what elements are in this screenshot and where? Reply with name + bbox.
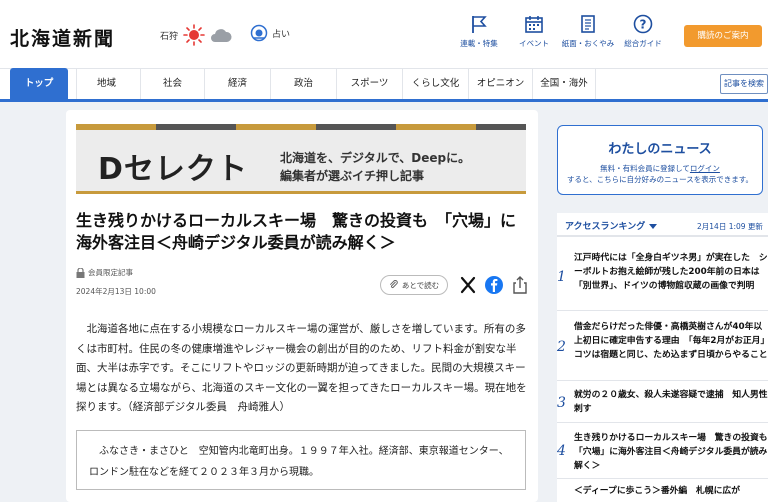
ranking-item[interactable]: 3 就労の２０歳女、殺人未遂容疑で逮捕 知人男性刺す [557,385,768,423]
region-label: 石狩 [160,31,179,42]
ranking-headline[interactable]: 借金だらけだった俳優・高橋英樹さんが40年以上初日に確定申告する理由 「毎年2月… [574,320,768,362]
article-lead: 北海道各地に点在する小規模なローカルスキー場の運営が、厳しさを増しています。所有… [76,323,527,413]
facebook-share-icon[interactable] [484,275,504,295]
tab-society[interactable]: 社会 [140,68,204,99]
banner-tagline-1: 北海道を、デジタルで、Deepに。 [280,151,471,165]
ranking-headline[interactable]: ＜ディープに歩こう＞番外編 札幌に広が [574,484,768,498]
x-share-icon[interactable] [458,275,478,295]
ranking-number: 3 [557,395,566,411]
member-only-badge: 会員限定記事 [76,267,133,278]
ranking-number: 1 [557,269,566,285]
fortune-link[interactable]: 占い [250,24,290,42]
ranking-header: アクセスランキング 2月14日 1:09 更新 [557,213,768,237]
ranking-headline[interactable]: 江戸時代には「全身白ギツネ男」が実在した シーボルトお抱え絵師が残した200年前… [574,251,768,293]
article-date: 2024年2月13日 10:00 [76,287,156,296]
tab-national[interactable]: 全国・海外 [532,68,596,99]
calendar-icon [525,16,543,33]
tab-opinion[interactable]: オピニオン [468,68,532,99]
fortune-icon [250,24,268,42]
subscribe-button[interactable]: 購読のご案内 [684,25,762,47]
ranking-item[interactable]: 1 江戸時代には「全身白ギツネ男」が実在した シーボルトお抱え絵師が残した200… [557,247,768,311]
paper-nav-label: 紙面・おくやみ [561,39,615,48]
tab-sports[interactable]: スポーツ [336,68,402,99]
guide-nav-link[interactable]: ? 総合ガイド [608,14,678,49]
my-news-desc-before: 無料・有料会員に登録して [600,164,690,173]
ranking-updated-time: 2月14日 1:09 更新 [697,222,763,231]
svg-text:?: ? [640,18,647,32]
site-header: 北海道新聞 石狩 占い 連載・特集 イベント 紙面・おくやみ ? 総合ガイド 購… [0,0,768,68]
tab-economy[interactable]: 経済 [204,68,270,99]
my-news-box: わたしのニュース 無料・有料会員に登録してログインすると、こちらに自分好みのニュ… [557,125,763,195]
clip-icon [389,280,398,289]
banner-underline [76,191,526,194]
ranking-headline[interactable]: 生き残りかけるローカルスキー場 驚きの投資も 「穴場」に海外客注目＜舟崎デジタル… [574,431,768,473]
tab-politics[interactable]: 政治 [270,68,336,99]
lock-icon [76,267,85,278]
banner-stripe [76,124,526,130]
article-title: 生き残りかけるローカルスキー場 驚きの投資も 「穴場」に海外客注目＜舟崎デジタル… [76,211,517,252]
login-link[interactable]: ログイン [690,164,720,173]
my-news-desc-after: すると、こちらに自分好みのニュースを表示できます。 [566,175,754,184]
share-icon[interactable] [510,275,530,295]
my-news-description: 無料・有料会員に登録してログインすると、こちらに自分好みのニュースを表示できます… [558,163,762,185]
tab-top[interactable]: トップ [10,68,68,99]
banner-tagline-2: 編集者が選ぶイチ押し記事 [280,169,425,183]
ranking-item[interactable]: 2 借金だらけだった俳優・高橋英樹さんが40年以上初日に確定申告する理由 「毎年… [557,317,768,381]
search-button[interactable]: 記事を検索 [720,74,768,94]
newspaper-icon [581,15,595,33]
article-card: Dセレクト 北海道を、デジタルで、Deepに。 編集者が選ぶイチ押し記事 生き残… [66,110,538,502]
ranking-number: 4 [557,443,566,459]
ranking-title[interactable]: アクセスランキング [565,219,657,232]
weather-widget[interactable]: 石狩 [160,24,232,46]
guide-nav-label: 総合ガイド [624,39,662,48]
events-nav-label: イベント [519,39,549,48]
tab-culture[interactable]: くらし文化 [402,68,468,99]
read-later-button[interactable]: あとで読む [380,275,448,295]
dselect-banner[interactable]: Dセレクト 北海道を、デジタルで、Deepに。 編集者が選ぶイチ押し記事 [76,124,526,194]
tab-region[interactable]: 地域 [76,68,136,99]
cloud-icon [211,29,232,42]
read-later-label: あとで読む [401,280,440,290]
flag-icon [472,16,487,33]
help-icon: ? [633,14,653,34]
sun-icon [183,24,205,46]
ranking-item[interactable]: 4 生き残りかけるローカルスキー場 驚きの投資も 「穴場」に海外客注目＜舟崎デジ… [557,427,768,479]
member-only-label: 会員限定記事 [88,268,133,277]
ranking-headline[interactable]: 就労の２０歳女、殺人未遂容疑で逮捕 知人男性刺す [574,388,768,416]
ranking-item[interactable]: ＜ディープに歩こう＞番外編 札幌に広が [557,483,768,502]
access-ranking: アクセスランキング 2月14日 1:09 更新 1 江戸時代には「全身白ギツネ男… [557,213,768,502]
banner-logo: Dセレクト [98,152,248,187]
ranking-number: 2 [557,339,566,355]
author-profile: ふなさき・まさひと 空知管内北竜町出身。１９９７年入社。経済部、東京報道センター… [76,430,526,490]
my-news-title: わたしのニュース [608,142,712,157]
fortune-label: 占い [272,29,291,40]
series-nav-label: 連載・特集 [460,39,498,48]
category-nav: トップ 地域 社会 経済 政治 スポーツ くらし文化 オピニオン 全国・海外 記… [0,68,768,102]
site-logo[interactable]: 北海道新聞 [10,24,115,51]
